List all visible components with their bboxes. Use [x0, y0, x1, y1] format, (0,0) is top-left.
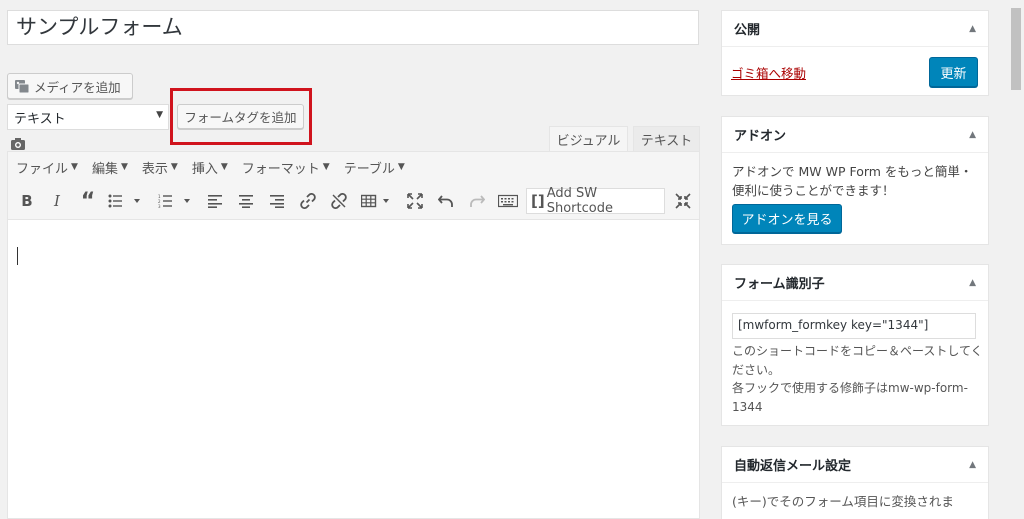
numbered-list-icon[interactable]: 123 — [158, 191, 192, 211]
auto-reply-desc-line: (キー)でそのフォーム項目に変換されま — [732, 494, 954, 509]
media-icon — [14, 78, 30, 94]
redo-icon[interactable] — [469, 191, 485, 211]
form-key-help: このショートコードをコピー＆ペーストしてく ださい。 各フックで使用する修飾子は… — [732, 342, 983, 416]
menu-format[interactable]: フォーマット ▼ — [242, 158, 330, 177]
caret-down-icon: ▼ — [322, 162, 330, 172]
blockquote-icon[interactable]: “ — [79, 189, 97, 214]
auto-reply-description: (キー)でそのフォーム項目に変換されま — [732, 492, 954, 511]
auto-reply-header[interactable]: 自動返信メール設定 ▲ — [722, 447, 988, 483]
chevron-down-icon: ▼ — [156, 110, 163, 120]
svg-text:3: 3 — [158, 204, 161, 208]
collapse-triangle-icon[interactable]: ▲ — [969, 24, 976, 34]
caret-down-icon: ▼ — [71, 162, 78, 172]
add-media-button[interactable]: メディアを追加 — [7, 73, 133, 99]
camera-icon[interactable] — [11, 138, 25, 150]
addon-desc-line: 便利に使うことができます！ — [732, 183, 895, 198]
addon-title: アドオン — [734, 129, 787, 144]
menu-edit[interactable]: 編集 ▼ — [92, 158, 128, 177]
menu-table-label: テーブル — [343, 161, 395, 177]
menu-file-label: ファイル — [16, 161, 69, 177]
form-key-help-line: 1344 — [732, 399, 763, 414]
table-icon[interactable] — [361, 191, 393, 211]
menu-file[interactable]: ファイル ▼ — [16, 158, 78, 177]
form-key-help-line: 各フックで使用する修飾子はmw-wp-form- — [732, 381, 968, 395]
fullscreen-icon[interactable] — [407, 191, 423, 211]
form-key-help-line: ださい。 — [732, 362, 781, 377]
shortcode-bracket-icon: [] — [531, 192, 545, 210]
collapse-triangle-icon[interactable]: ▲ — [969, 460, 976, 470]
add-sw-shortcode-label: Add SW Shortcode — [546, 186, 613, 216]
menu-table[interactable]: テーブル ▼ — [344, 158, 405, 177]
view-addons-button[interactable]: アドオンを見る — [732, 204, 842, 233]
menu-insert[interactable]: 挿入 ▼ — [192, 158, 228, 177]
tab-visual[interactable]: ビジュアル — [549, 126, 628, 152]
menu-view-label: 表示 — [141, 161, 168, 177]
unlink-icon[interactable] — [331, 191, 347, 211]
editor-menubar: ファイル ▼ 編集 ▼ 表示 ▼ 挿入 ▼ フォーマット ▼ テーブル ▼ — [8, 152, 699, 182]
keyboard-icon[interactable] — [498, 191, 518, 211]
format-select[interactable]: テキスト ▼ — [7, 104, 169, 130]
align-left-icon[interactable] — [208, 191, 222, 211]
form-key-title: フォーム識別子 — [734, 277, 825, 292]
scrollbar-thumb[interactable] — [1011, 8, 1021, 90]
link-icon[interactable] — [300, 191, 316, 211]
move-to-trash-link[interactable]: ゴミ箱へ移動 — [731, 63, 806, 82]
caret-down-icon: ▼ — [220, 162, 228, 172]
distraction-free-icon[interactable] — [675, 191, 691, 211]
caret-down-icon: ▼ — [120, 162, 128, 172]
undo-icon[interactable] — [438, 191, 454, 211]
menu-edit-label: 編集 — [91, 161, 118, 177]
align-center-icon[interactable] — [239, 191, 253, 211]
caret-down-icon: ▼ — [170, 162, 178, 172]
auto-reply-title: 自動返信メール設定 — [734, 459, 852, 474]
align-right-icon[interactable] — [270, 191, 284, 211]
format-select-value: テキスト — [14, 112, 66, 127]
form-key-input[interactable]: [mwform_formkey key="1344"] — [732, 313, 976, 339]
update-button[interactable]: 更新 — [929, 57, 978, 87]
bold-icon[interactable]: B — [20, 191, 34, 211]
italic-icon[interactable]: I — [50, 191, 64, 211]
menu-insert-label: 挿入 — [191, 161, 218, 177]
addon-desc-line: アドオンで MW WP Form をもっと簡単・ — [732, 164, 973, 179]
editor-toolbar: B I “ 123 [] Add SW Shortcode — [8, 182, 699, 220]
text-cursor — [17, 247, 18, 265]
highlight-frame — [170, 88, 312, 145]
collapse-triangle-icon[interactable]: ▲ — [969, 278, 976, 288]
publish-header[interactable]: 公開 ▲ — [722, 11, 988, 47]
add-media-label: メディアを追加 — [34, 79, 121, 95]
post-title-input[interactable]: サンプルフォーム — [7, 10, 699, 45]
form-key-header[interactable]: フォーム識別子 ▲ — [722, 265, 988, 301]
addon-header[interactable]: アドオン ▲ — [722, 117, 988, 153]
collapse-triangle-icon[interactable]: ▲ — [969, 130, 976, 140]
bullet-list-icon[interactable] — [108, 191, 142, 211]
addon-description: アドオンで MW WP Form をもっと簡単・ 便利に使うことができます！ — [732, 162, 972, 200]
caret-down-icon: ▼ — [397, 162, 405, 172]
menu-view[interactable]: 表示 ▼ — [142, 158, 178, 177]
tab-text[interactable]: テキスト — [633, 126, 700, 152]
menu-format-label: フォーマット — [241, 161, 320, 177]
add-sw-shortcode-button[interactable]: [] Add SW Shortcode — [526, 186, 665, 216]
publish-title: 公開 — [734, 23, 761, 38]
form-key-help-line: このショートコードをコピー＆ペーストしてく — [732, 344, 983, 358]
